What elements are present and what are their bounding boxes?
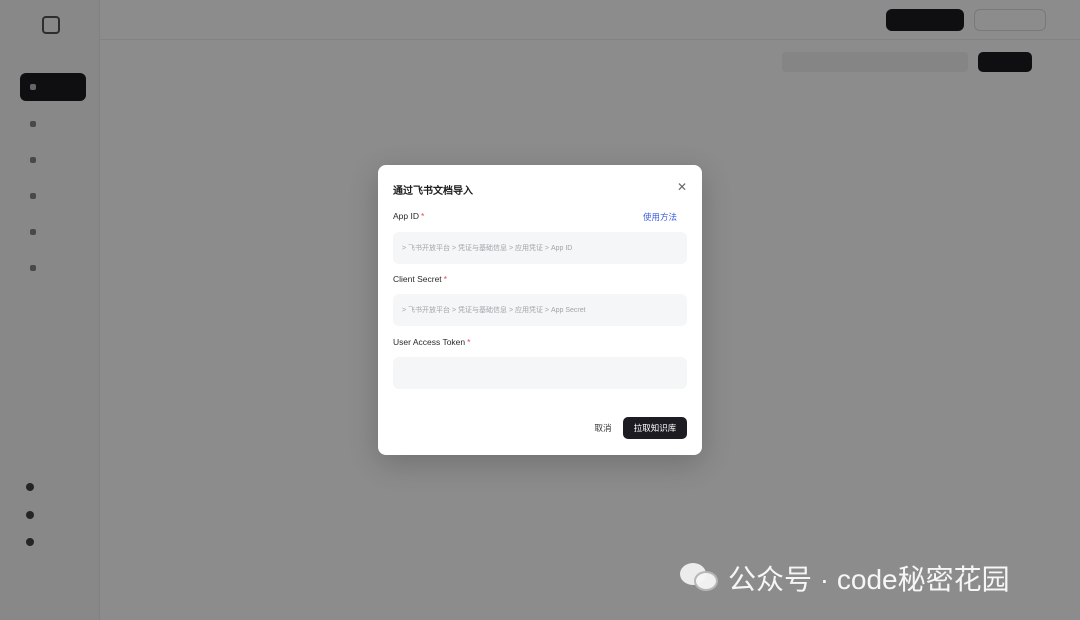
app-id-label: App ID * xyxy=(393,211,425,221)
required-mark: * xyxy=(443,274,447,284)
client-secret-input[interactable] xyxy=(393,294,687,326)
feishu-import-dialog: 通过飞书文档导入 ✕ App ID* 使用方法 Client Secret* U… xyxy=(378,165,702,455)
user-access-token-label: User Access Token * xyxy=(393,337,471,347)
cancel-button[interactable]: 取消 xyxy=(586,417,620,439)
dialog-title: 通过飞书文档导入 xyxy=(393,186,473,197)
client-secret-label: Client Secret * xyxy=(393,274,447,284)
close-icon[interactable]: ✕ xyxy=(676,181,688,193)
watermark-text: 公众号 · code秘密花园 xyxy=(728,564,1010,595)
user-access-token-input[interactable] xyxy=(393,357,687,389)
usage-help-link[interactable]: 使用方法 xyxy=(643,211,677,223)
app-id-input[interactable] xyxy=(393,232,687,264)
fetch-knowledge-base-button[interactable]: 拉取知识库 xyxy=(623,417,687,439)
watermark: 公众号 · code秘密花园 xyxy=(680,558,1010,598)
required-mark: * xyxy=(421,211,425,221)
required-mark: * xyxy=(467,337,471,347)
wechat-icon xyxy=(680,561,720,595)
